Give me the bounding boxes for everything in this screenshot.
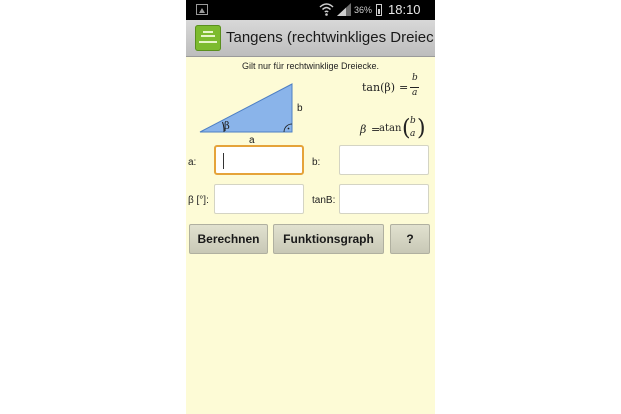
side-b-label: b <box>297 103 303 114</box>
field-a-label: a: <box>188 157 197 168</box>
field-tanb-label: tanB: <box>312 195 336 206</box>
calculate-button[interactable]: Berechnen <box>189 224 268 254</box>
right-triangle-note: Gilt nur für rechtwinklige Dreiecke. <box>241 61 380 71</box>
wifi-icon <box>319 3 334 16</box>
tan-beta-input[interactable] <box>339 184 429 214</box>
phone-screen: 36% 18:10 Tangens (rechtwinkliges Dreiec… <box>186 0 435 414</box>
gallery-notification-icon <box>196 4 208 15</box>
angle-beta-label: β <box>224 121 230 132</box>
signal-strength-icon <box>337 3 351 16</box>
side-b-input[interactable] <box>339 145 429 175</box>
field-b-label: b: <box>312 157 321 168</box>
tan-formula: tan(β) = b a <box>362 73 419 98</box>
app-title: Tangens (rechtwinkliges Dreiec… <box>226 29 435 46</box>
right-triangle-diagram: β b a <box>199 83 303 144</box>
app-icon <box>195 25 221 51</box>
status-bar: 36% 18:10 <box>186 0 435 20</box>
side-a-input[interactable] <box>214 145 304 175</box>
function-graph-button[interactable]: Funktionsgraph <box>273 224 384 254</box>
side-a-label: a <box>249 135 255 144</box>
clock: 18:10 <box>388 2 421 17</box>
battery-icon <box>376 4 382 16</box>
battery-percentage: 36% <box>354 5 373 15</box>
angle-beta-input[interactable] <box>214 184 304 214</box>
atan-formula: β = atan ( b a ) <box>360 116 426 141</box>
help-button[interactable]: ? <box>390 224 430 254</box>
app-title-bar: Tangens (rechtwinkliges Dreiec… <box>186 20 435 57</box>
text-caret <box>223 153 224 169</box>
field-beta-label: β [°]: <box>188 195 209 206</box>
